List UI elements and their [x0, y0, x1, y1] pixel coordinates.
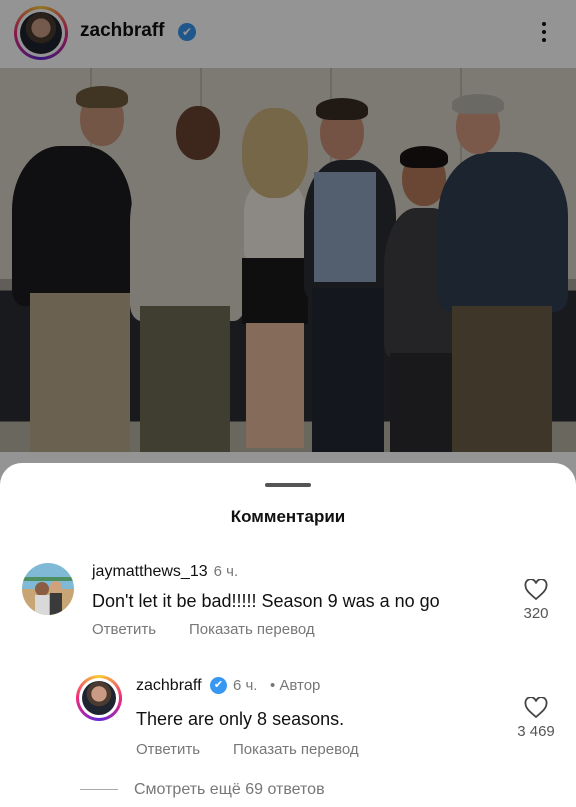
sheet-title: Комментарии [230, 507, 346, 526]
verified-badge-icon: ✔ [209, 677, 227, 695]
heart-icon [524, 697, 548, 719]
thread-line [80, 789, 118, 791]
drag-handle[interactable] [265, 483, 311, 487]
like-count: 3 469 [517, 723, 555, 740]
reply-author-avatar[interactable] [76, 675, 122, 721]
comment-time: 6 ч. [213, 563, 239, 580]
avatar-image-icon [22, 577, 74, 615]
show-translation-button[interactable]: Показать перевод [233, 741, 359, 758]
like-button[interactable]: 3 469 [516, 697, 556, 740]
reply-button[interactable]: Ответить [92, 621, 156, 638]
like-count: 320 [523, 605, 549, 622]
comments-sheet: Комментарии jaymatthews_13 6 ч. Don't let… [0, 463, 576, 807]
reply-time: 6 ч. [232, 677, 258, 694]
author-tag: • Автор [269, 677, 321, 694]
view-more-replies-text[interactable]: Смотреть ещё 69 ответов [134, 781, 325, 798]
commenter-avatar[interactable] [22, 563, 74, 615]
reply-username-text[interactable]: zachbraff [136, 677, 202, 694]
comment-text: Don't let it be bad!!!!! Season 9 was a … [92, 591, 440, 611]
view-more-replies-button[interactable]: Смотреть ещё 69 ответов [80, 781, 325, 799]
comment-username-text[interactable]: jaymatthews_13 [92, 563, 208, 580]
reply-button[interactable]: Ответить [136, 741, 200, 758]
reply-username[interactable]: zachbraff ✔ 6 ч. • Автор [136, 677, 320, 695]
reply-text: There are only 8 seasons. [136, 709, 345, 729]
comment-username[interactable]: jaymatthews_13 6 ч. [92, 563, 238, 581]
heart-icon [524, 579, 548, 601]
show-translation-button[interactable]: Показать перевод [189, 621, 315, 638]
like-button[interactable]: 320 [516, 579, 556, 622]
reply-item: zachbraff ✔ 6 ч. • Автор There are only 8… [0, 671, 576, 766]
comment-item: jaymatthews_13 6 ч. Don't let it be bad!!… [0, 559, 576, 649]
